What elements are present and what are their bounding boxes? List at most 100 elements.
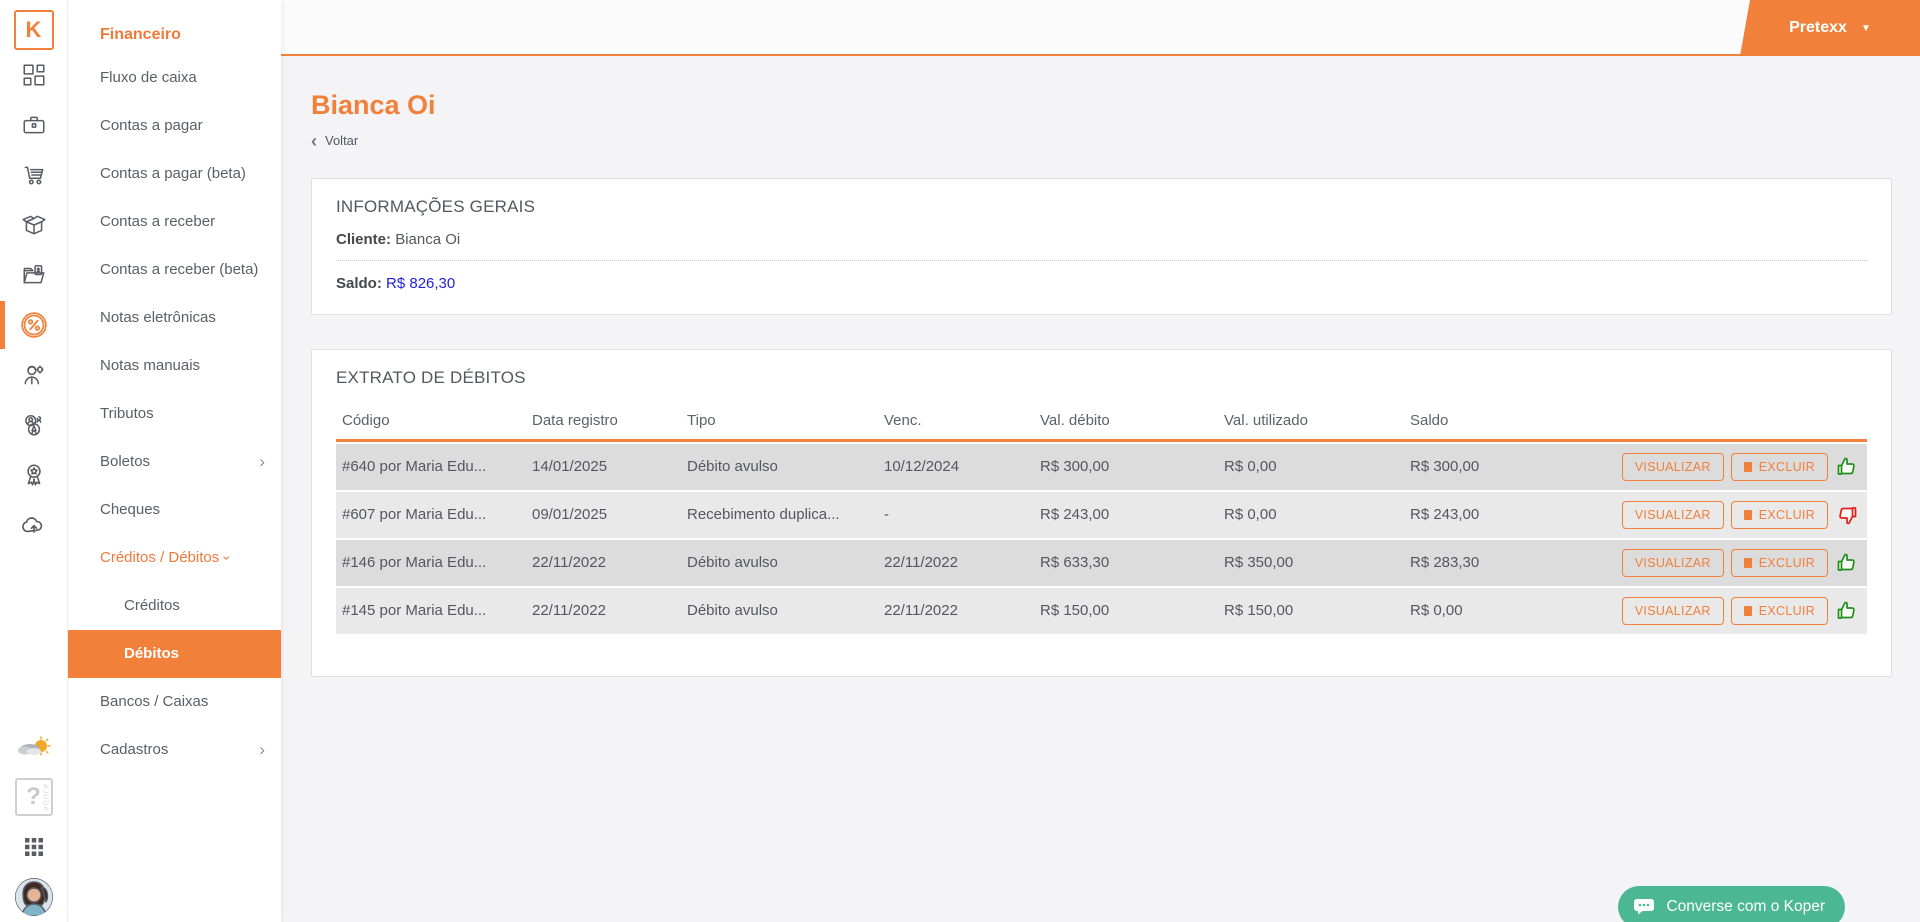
- cell-due: -: [878, 492, 1034, 538]
- rail-item-financeiro[interactable]: [0, 300, 67, 350]
- sidebar-section-title: Financeiro: [68, 26, 281, 54]
- cell-date: 14/01/2025: [526, 444, 681, 490]
- rail-item-people[interactable]: [0, 400, 67, 450]
- view-button[interactable]: VISUALIZAR: [1622, 501, 1724, 529]
- cell-used: R$ 0,00: [1218, 492, 1404, 538]
- debits-statement-card: EXTRATO DE DÉBITOS Código Data registro …: [311, 349, 1892, 677]
- rail-item-dashboard[interactable]: [0, 50, 67, 100]
- rail-item-profile[interactable]: [0, 872, 67, 922]
- rail-item-finances-folder[interactable]: [0, 250, 67, 300]
- apps-grid-icon: [22, 835, 46, 859]
- chat-widget-button[interactable]: Converse com o Koper: [1618, 886, 1845, 922]
- trash-icon: [1744, 558, 1752, 568]
- balance-label: Saldo:: [336, 275, 382, 292]
- thumb-status-icon[interactable]: [1835, 599, 1859, 623]
- sidebar-item-bancos-caixas[interactable]: Bancos / Caixas: [68, 678, 281, 726]
- delete-button[interactable]: EXCLUIR: [1731, 453, 1828, 481]
- back-button[interactable]: ‹ Voltar: [311, 133, 358, 148]
- cell-date: 22/11/2022: [526, 588, 681, 634]
- cell-code: #146 por Maria Edu...: [336, 540, 526, 586]
- money-folder-icon: [21, 262, 47, 288]
- sidebar-item-contas-a-pagar[interactable]: Contas a pagar: [68, 102, 281, 150]
- sidebar-item-notas-eletronicas[interactable]: Notas eletrônicas: [68, 294, 281, 342]
- trash-icon: [1744, 510, 1752, 520]
- view-button[interactable]: VISUALIZAR: [1622, 453, 1724, 481]
- cell-used: R$ 0,00: [1218, 444, 1404, 490]
- cell-balance: R$ 0,00: [1404, 588, 1634, 634]
- chat-bubble-icon: [1632, 895, 1656, 919]
- rail-item-cloud[interactable]: [0, 500, 67, 550]
- balance-value: R$ 826,30: [386, 275, 455, 292]
- col-header-data-registro: Data registro: [526, 406, 681, 442]
- page-title: Bianca Oi: [311, 90, 1892, 121]
- badge-icon: [21, 462, 47, 488]
- sidebar-item-notas-manuais[interactable]: Notas manuais: [68, 342, 281, 390]
- debits-table: Código Data registro Tipo Venc. Val. déb…: [336, 404, 1867, 636]
- cell-due: 10/12/2024: [878, 444, 1034, 490]
- cell-type: Débito avulso: [681, 588, 878, 634]
- client-label: Cliente:: [336, 231, 391, 248]
- sidebar-item-debitos[interactable]: Débitos: [68, 630, 281, 678]
- thumb-status-icon[interactable]: [1835, 455, 1859, 479]
- rail-item-help[interactable]: ? AJUDA: [0, 772, 67, 822]
- rail-item-apps[interactable]: [0, 822, 67, 872]
- delete-button[interactable]: EXCLUIR: [1731, 597, 1828, 625]
- cell-type: Recebimento duplica...: [681, 492, 878, 538]
- col-header-saldo: Saldo: [1404, 406, 1634, 442]
- balance-row: Saldo: R$ 826,30: [336, 275, 1867, 292]
- icon-rail: K: [0, 0, 68, 922]
- cell-balance: R$ 283,30: [1404, 540, 1634, 586]
- sidebar-item-contas-a-receber[interactable]: Contas a receber: [68, 198, 281, 246]
- rail-item-services[interactable]: [0, 350, 67, 400]
- k-logo[interactable]: K: [14, 10, 54, 50]
- tenant-selector[interactable]: Pretexx ▼: [1740, 0, 1920, 56]
- cell-type: Débito avulso: [681, 540, 878, 586]
- table-row: #640 por Maria Edu... 14/01/2025 Débito …: [336, 444, 1867, 490]
- sidebar-item-cadastros[interactable]: Cadastros ›: [68, 726, 281, 774]
- sidebar-item-creditos[interactable]: Créditos: [68, 582, 281, 630]
- cell-code: #607 por Maria Edu...: [336, 492, 526, 538]
- sidebar-item-contas-a-receber-beta[interactable]: Contas a receber (beta): [68, 246, 281, 294]
- thumb-status-icon[interactable]: [1835, 503, 1859, 527]
- cell-due: 22/11/2022: [878, 588, 1034, 634]
- rail-item-purchases[interactable]: [0, 150, 67, 200]
- delete-button[interactable]: EXCLUIR: [1731, 501, 1828, 529]
- sidebar-item-creditos-debitos[interactable]: Créditos / Débitos ›: [68, 534, 281, 582]
- cloud-upload-icon: [20, 511, 48, 539]
- view-button[interactable]: VISUALIZAR: [1622, 597, 1724, 625]
- sidebar-item-contas-a-pagar-beta[interactable]: Contas a pagar (beta): [68, 150, 281, 198]
- cell-debit: R$ 633,30: [1034, 540, 1218, 586]
- rail-item-briefcase[interactable]: [0, 100, 67, 150]
- view-button[interactable]: VISUALIZAR: [1622, 549, 1724, 577]
- sidebar-item-cheques[interactable]: Cheques: [68, 486, 281, 534]
- help-vertical-label: AJUDA: [42, 784, 49, 812]
- client-value: Bianca Oi: [395, 231, 460, 248]
- cell-date: 09/01/2025: [526, 492, 681, 538]
- caret-down-icon: ▼: [1861, 23, 1871, 34]
- sidebar-item-boletos[interactable]: Boletos ›: [68, 438, 281, 486]
- rail-item-certificates[interactable]: [0, 450, 67, 500]
- chat-widget-label: Converse com o Koper: [1666, 898, 1825, 916]
- chevron-left-icon: ‹: [311, 136, 317, 146]
- sidebar-item-tributos[interactable]: Tributos: [68, 390, 281, 438]
- cell-code: #640 por Maria Edu...: [336, 444, 526, 490]
- general-info-title: INFORMAÇÕES GERAIS: [336, 197, 1867, 217]
- cell-debit: R$ 150,00: [1034, 588, 1218, 634]
- col-header-codigo: Código: [336, 406, 526, 442]
- weather-icon: [17, 734, 51, 760]
- table-header-row: Código Data registro Tipo Venc. Val. déb…: [336, 406, 1867, 442]
- table-row: #145 por Maria Edu... 22/11/2022 Débito …: [336, 588, 1867, 634]
- sidebar-item-fluxo-de-caixa[interactable]: Fluxo de caixa: [68, 54, 281, 102]
- package-icon: [21, 212, 47, 238]
- help-icon: ? AJUDA: [15, 778, 53, 816]
- briefcase-icon: [21, 112, 47, 138]
- thumb-status-icon[interactable]: [1835, 551, 1859, 575]
- cell-debit: R$ 300,00: [1034, 444, 1218, 490]
- delete-button[interactable]: EXCLUIR: [1731, 549, 1828, 577]
- cell-balance: R$ 300,00: [1404, 444, 1634, 490]
- client-row: Cliente: Bianca Oi: [336, 231, 1867, 248]
- cell-used: R$ 150,00: [1218, 588, 1404, 634]
- rail-item-weather[interactable]: [0, 722, 67, 772]
- rail-item-products[interactable]: [0, 200, 67, 250]
- top-bar: Pretexx ▼: [281, 0, 1920, 56]
